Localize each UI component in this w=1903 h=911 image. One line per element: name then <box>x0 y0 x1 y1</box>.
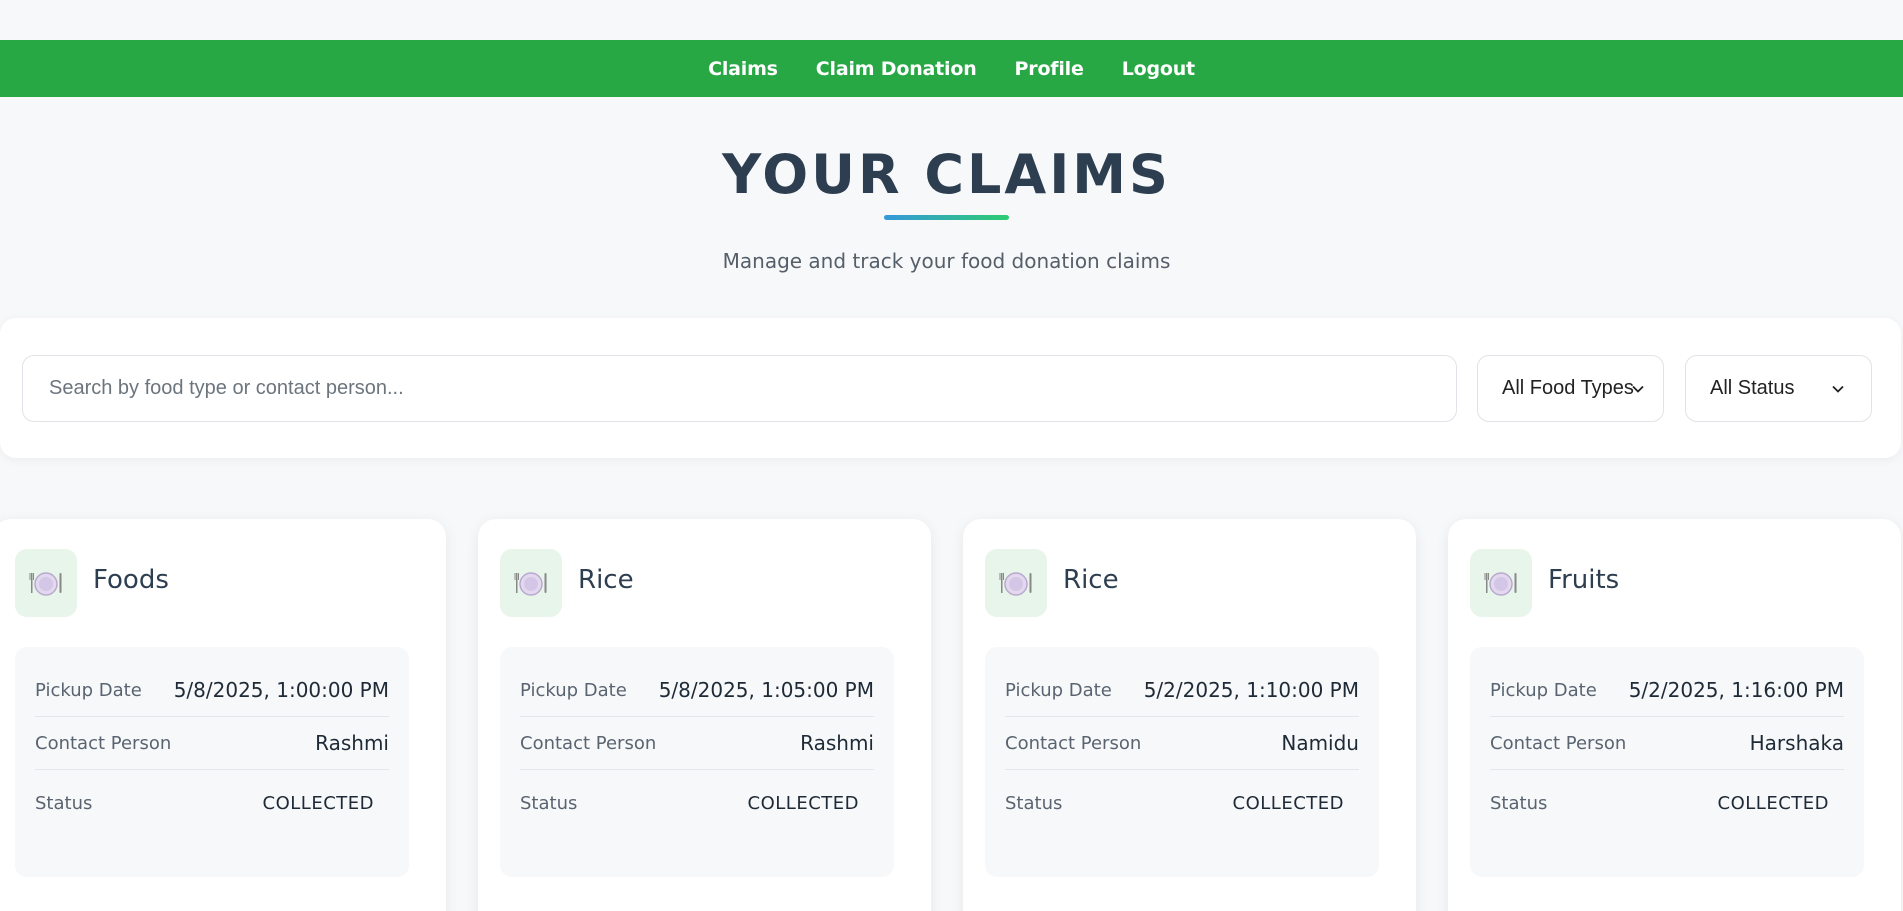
claim-details: Pickup Date 5/2/2025, 1:10:00 PM Contact… <box>985 647 1379 877</box>
food-type-select-value: All Food Types <box>1502 377 1634 399</box>
contact-person-row: Contact Person Namidu <box>1005 717 1359 770</box>
plate-utensils-icon <box>15 549 77 617</box>
claim-card[interactable]: Foods Pickup Date 5/8/2025, 1:00:00 PM C… <box>0 519 446 911</box>
page-subtitle: Manage and track your food donation clai… <box>722 249 1171 273</box>
nav-claim-donation-link[interactable]: Claim Donation <box>816 58 977 80</box>
claims-grid: Foods Pickup Date 5/8/2025, 1:00:00 PM C… <box>0 519 1903 911</box>
pickup-date-row: Pickup Date 5/2/2025, 1:10:00 PM <box>1005 664 1359 717</box>
filter-panel: All Food Types All Status <box>0 318 1901 458</box>
status-label: Status <box>520 792 578 814</box>
pickup-date-label: Pickup Date <box>1005 679 1112 701</box>
status-label: Status <box>35 792 93 814</box>
food-type-select[interactable]: All Food Types <box>1477 355 1664 422</box>
plate-utensils-icon <box>985 549 1047 617</box>
pickup-date-row: Pickup Date 5/8/2025, 1:00:00 PM <box>35 664 389 717</box>
status-badge: COLLECTED <box>747 792 859 814</box>
pickup-date-row: Pickup Date 5/2/2025, 1:16:00 PM <box>1490 664 1844 717</box>
status-badge: COLLECTED <box>262 792 374 814</box>
pickup-date-value: 5/2/2025, 1:16:00 PM <box>1628 678 1844 702</box>
nav-claims-link[interactable]: Claims <box>708 58 778 80</box>
status-label: Status <box>1005 792 1063 814</box>
contact-person-value: Rashmi <box>315 731 389 755</box>
status-badge: COLLECTED <box>1717 792 1829 814</box>
status-row: Status COLLECTED <box>1005 770 1359 836</box>
claim-food-type: Rice <box>578 565 634 595</box>
status-select[interactable]: All Status <box>1685 355 1872 422</box>
contact-person-value: Namidu <box>1281 731 1359 755</box>
search-input[interactable] <box>22 355 1457 422</box>
pickup-date-value: 5/2/2025, 1:10:00 PM <box>1143 678 1359 702</box>
pickup-date-label: Pickup Date <box>1490 679 1597 701</box>
page-title: YOUR CLAIMS <box>722 143 1171 206</box>
pickup-date-value: 5/8/2025, 1:00:00 PM <box>173 678 389 702</box>
contact-person-label: Contact Person <box>520 732 657 754</box>
status-select-value: All Status <box>1710 377 1795 399</box>
contact-person-row: Contact Person Harshaka <box>1490 717 1844 770</box>
status-row: Status COLLECTED <box>520 770 874 836</box>
claim-card[interactable]: Fruits Pickup Date 5/2/2025, 1:16:00 PM … <box>1448 519 1901 911</box>
chevron-down-icon <box>1832 385 1844 393</box>
pickup-date-value: 5/8/2025, 1:05:00 PM <box>658 678 874 702</box>
claim-card[interactable]: Rice Pickup Date 5/2/2025, 1:10:00 PM Co… <box>963 519 1416 911</box>
claim-card[interactable]: Rice Pickup Date 5/8/2025, 1:05:00 PM Co… <box>478 519 931 911</box>
plate-utensils-icon <box>1470 549 1532 617</box>
claim-food-type: Fruits <box>1548 565 1620 595</box>
claim-food-type: Foods <box>93 565 169 595</box>
nav-profile-link[interactable]: Profile <box>1015 58 1084 80</box>
claim-details: Pickup Date 5/8/2025, 1:00:00 PM Contact… <box>15 647 409 877</box>
chevron-down-icon <box>1632 385 1644 393</box>
main-navbar: Claims Claim Donation Profile Logout <box>0 40 1903 97</box>
title-underline <box>884 215 1009 220</box>
status-row: Status COLLECTED <box>1490 770 1844 836</box>
contact-person-value: Rashmi <box>800 731 874 755</box>
contact-person-value: Harshaka <box>1749 731 1844 755</box>
nav-logout-link[interactable]: Logout <box>1122 58 1195 80</box>
claim-details: Pickup Date 5/2/2025, 1:16:00 PM Contact… <box>1470 647 1864 877</box>
plate-utensils-icon <box>500 549 562 617</box>
contact-person-label: Contact Person <box>35 732 172 754</box>
claim-details: Pickup Date 5/8/2025, 1:05:00 PM Contact… <box>500 647 894 877</box>
contact-person-label: Contact Person <box>1490 732 1627 754</box>
contact-person-row: Contact Person Rashmi <box>520 717 874 770</box>
pickup-date-label: Pickup Date <box>520 679 627 701</box>
contact-person-row: Contact Person Rashmi <box>35 717 389 770</box>
status-badge: COLLECTED <box>1232 792 1344 814</box>
status-label: Status <box>1490 792 1548 814</box>
claim-food-type: Rice <box>1063 565 1119 595</box>
contact-person-label: Contact Person <box>1005 732 1142 754</box>
status-row: Status COLLECTED <box>35 770 389 836</box>
pickup-date-label: Pickup Date <box>35 679 142 701</box>
pickup-date-row: Pickup Date 5/8/2025, 1:05:00 PM <box>520 664 874 717</box>
